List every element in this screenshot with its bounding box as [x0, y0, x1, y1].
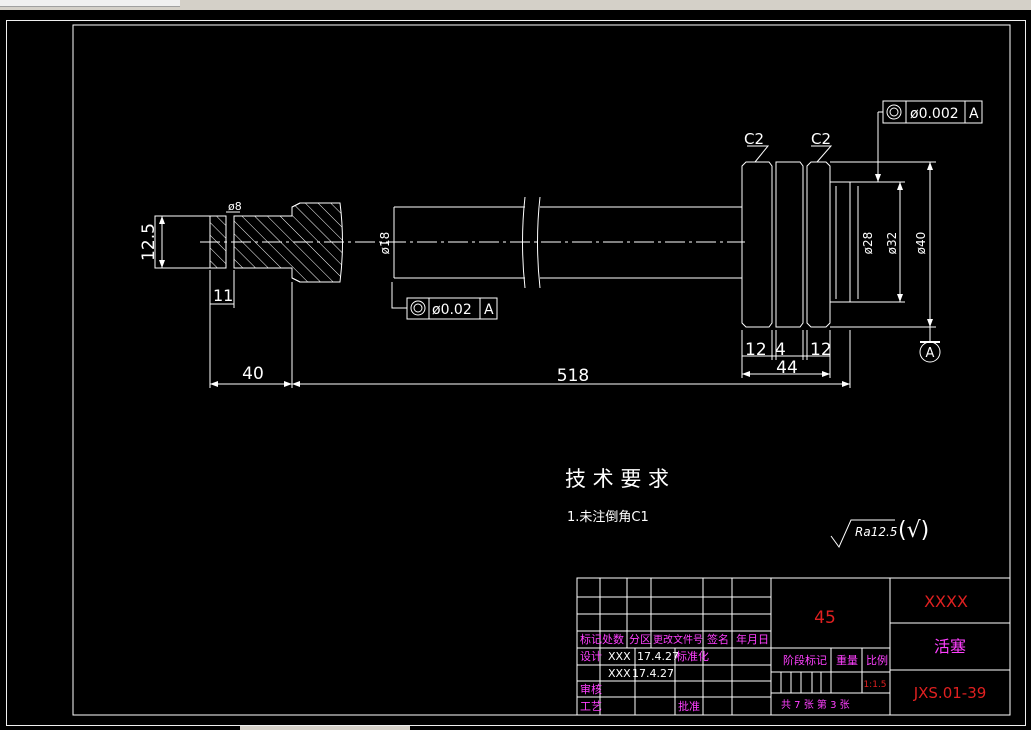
dim-phi32: ø32 [885, 232, 899, 255]
tolerance-mid-datum: A [484, 302, 494, 318]
dim-phi18: ø18 [378, 232, 392, 255]
roughness-bracket: (√) [898, 518, 929, 543]
datum-marker: A [919, 341, 941, 363]
tolerance-mid-value: ø0.02 [432, 302, 472, 318]
tolerance-frame-mid: ø0.02 A [406, 297, 498, 320]
concentricity-icon [886, 104, 902, 120]
header-date: 年月日 [736, 632, 769, 646]
dim-518: 518 [557, 366, 589, 386]
cad-drawing: 12.5 ø8 11 ø18 40 518 12 4 12 44 ø28 ø32… [72, 24, 1011, 716]
tolerance-top-value: ø0.002 [910, 106, 959, 122]
header-process: 工艺 [580, 700, 602, 713]
dim-12-right: 12 [810, 340, 832, 360]
header-mark: 标记 [580, 632, 602, 646]
dim-44: 44 [776, 358, 798, 378]
company-name: XXXX [924, 592, 968, 611]
inner-border [72, 24, 1011, 716]
header-weight: 重量 [836, 653, 858, 667]
dim-4: 4 [775, 340, 786, 360]
header-sheets: 共 7 张 第 3 张 [781, 698, 850, 711]
tolerance-frame-top: ø0.002 A [882, 100, 983, 124]
drawing-number: JXS.01-39 [913, 684, 987, 702]
dim-phi8: ø8 [228, 200, 242, 213]
notes-item-1: 1.未注倒角C1 [567, 510, 649, 525]
header-sign: 签名 [707, 632, 729, 646]
header-stage-mark: 阶段标记 [783, 653, 827, 667]
signer-1-date: 17.4.27 [637, 650, 679, 663]
chamfer-right: C2 [811, 130, 831, 148]
signer-2-name: XXX [608, 667, 631, 680]
tolerance-top-datum: A [969, 106, 979, 122]
header-count: 处数 [602, 633, 624, 646]
header-approve: 批准 [678, 699, 700, 713]
signer-2-date: 17.4.27 [632, 667, 674, 680]
window-bottom-tab[interactable] [240, 726, 410, 730]
material-value: 45 [814, 608, 836, 628]
dim-phi40: ø40 [914, 232, 928, 255]
notes-title: 技 术 要 求 [565, 467, 669, 491]
dim-phi28: ø28 [861, 232, 875, 255]
roughness-symbol: Ra12.5 (√) [830, 518, 929, 548]
roughness-value: Ra12.5 [855, 525, 897, 539]
header-ratio: 比例 [866, 653, 888, 667]
header-zone: 分区 [629, 633, 651, 646]
scale-value: 1:1.5 [863, 680, 886, 690]
dim-40: 40 [242, 364, 264, 384]
header-design: 设计 [580, 650, 602, 663]
chamfer-left: C2 [744, 130, 764, 148]
part-name: 活塞 [934, 637, 966, 656]
header-review: 审核 [580, 682, 602, 696]
datum-marker-label: A [926, 346, 935, 361]
concentricity-icon [410, 300, 426, 316]
header-standard: 标准化 [676, 649, 709, 663]
header-doc-no: 更改文件号 [653, 633, 703, 646]
signer-1-name: XXX [608, 650, 631, 663]
dim-12-left: 12 [745, 340, 767, 360]
dim-11: 11 [213, 286, 233, 305]
dim-12-5: 12.5 [139, 223, 159, 261]
